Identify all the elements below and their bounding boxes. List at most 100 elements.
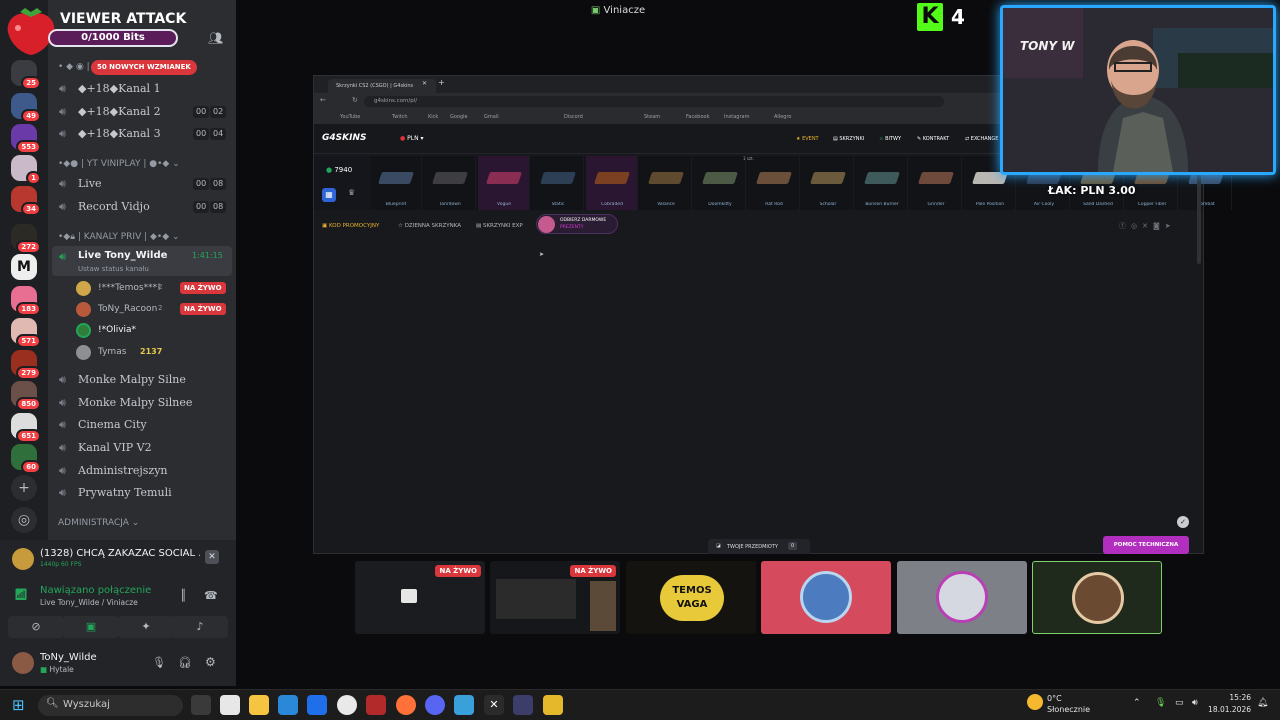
add-server-icon[interactable]: +: [11, 475, 37, 501]
new-tab-icon[interactable]: +: [438, 78, 445, 87]
soundboard-button[interactable]: ♪: [172, 616, 228, 638]
reload-icon[interactable]: ↻: [352, 96, 358, 104]
stream-preview-tile[interactable]: [1032, 561, 1162, 634]
bookmark[interactable]: Gmail: [484, 114, 499, 120]
user-name[interactable]: ToNy_Wilde: [40, 652, 97, 663]
voice-channel[interactable]: 🔊︎ ◆+18◆Kanal 1: [48, 79, 236, 99]
server-icon[interactable]: 183: [11, 286, 41, 316]
nav-battles[interactable]: ⚔ BITWY: [879, 136, 901, 142]
gear-icon[interactable]: ⚙: [205, 655, 216, 669]
camera-off-button[interactable]: ⊘: [8, 616, 64, 638]
voice-user[interactable]: ToNy_Racoon 2 NA ŻYWO: [76, 300, 236, 320]
weather-temp[interactable]: 0°C: [1047, 694, 1062, 703]
nav-contract[interactable]: ✎ KONTRAKT: [917, 136, 949, 142]
server-icon[interactable]: 571: [11, 318, 41, 348]
voice-user[interactable]: !***Temos***! 2 NA ŻYWO: [76, 279, 236, 299]
bookmark[interactable]: Twitch: [392, 114, 408, 120]
skin-card[interactable]: Scholar: [802, 156, 854, 210]
weather-desc[interactable]: Słonecznie: [1047, 705, 1090, 714]
exp-cases-link[interactable]: ▤ SKRZYNKI EXP: [476, 223, 523, 229]
mail-icon[interactable]: [307, 695, 327, 715]
voice-user[interactable]: Tymas 2137: [76, 343, 236, 363]
server-icon[interactable]: 49: [11, 93, 41, 123]
live-channel[interactable]: 🔊︎ Live Tony_Wilde 1:41:15 Ustaw status …: [52, 246, 232, 276]
skin-card[interactable]: Bunsen Burner: [856, 156, 908, 210]
skin-card[interactable]: Valance: [640, 156, 692, 210]
skin-card[interactable]: Rat Rod: [748, 156, 800, 210]
category-admin[interactable]: ADMINISTRACJA ⌄: [58, 518, 139, 528]
stream-preview-tile[interactable]: NA ŻYWO: [355, 561, 485, 634]
voice-status[interactable]: Nawiązano połączenie: [40, 585, 151, 596]
stream-preview-tile[interactable]: [761, 561, 891, 634]
discord-icon[interactable]: [425, 695, 445, 715]
voice-channel[interactable]: 🔊︎ Kanal VIP V2: [48, 438, 236, 458]
voice-channel[interactable]: 🔊︎ Administrejszyn: [48, 461, 236, 481]
skin-card[interactable]: Cobraded: [586, 156, 638, 210]
trophy-icon[interactable]: ♛: [348, 188, 355, 197]
microphone-icon[interactable]: 🎙︎: [1155, 698, 1166, 708]
free-gifts-button[interactable]: ODBIERZ DARMOWE PREZENTY: [536, 214, 618, 234]
soundboard-icon[interactable]: ║: [180, 589, 187, 602]
nav-cases[interactable]: ▤ SKRZYNKI: [833, 136, 864, 142]
daily-case-link[interactable]: ☆ DZIENNA SKRZYNKA: [398, 223, 461, 229]
skin-card[interactable]: Tanrdown: [424, 156, 476, 210]
bookmark[interactable]: YouTube: [340, 114, 360, 120]
headphones-icon[interactable]: 🎧︎: [178, 656, 192, 669]
bookmark[interactable]: Steam: [644, 114, 660, 120]
server-icon[interactable]: 850: [11, 381, 41, 411]
voice-user[interactable]: !*Olivia*: [76, 321, 236, 341]
explore-servers-icon[interactable]: ◎: [11, 507, 37, 533]
server-icon[interactable]: 34: [11, 186, 41, 216]
task-view-icon[interactable]: [191, 695, 211, 715]
app-icon[interactable]: [220, 695, 240, 715]
notifications-icon[interactable]: 🔔︎: [1257, 698, 1268, 708]
bookmark[interactable]: Allegro: [774, 114, 791, 120]
nav-exchange[interactable]: ⇄ EXCHANGE: [965, 136, 998, 142]
skin-card[interactable]: Doomkitty: [694, 156, 746, 210]
bookmark[interactable]: Google: [450, 114, 468, 120]
skin-card[interactable]: Grinder: [910, 156, 962, 210]
stream-preview-tile[interactable]: [897, 561, 1027, 634]
app-icon[interactable]: [543, 695, 563, 715]
voice-channel[interactable]: 🔊︎ Cinema City: [48, 415, 236, 435]
server-icon[interactable]: 60: [11, 444, 41, 474]
social-icons[interactable]: ⓕ◎✕◙➤: [1119, 221, 1176, 231]
clock-time[interactable]: 15:26: [1213, 693, 1251, 702]
voice-channel[interactable]: 🔊︎ Live 00 08: [48, 174, 236, 194]
voice-channel[interactable]: 🔊︎ Monke Malpy Silnee: [48, 393, 236, 413]
avatar[interactable]: [12, 652, 34, 674]
currency-select[interactable]: ● PLN ▾: [400, 135, 424, 142]
server-icon[interactable]: 651: [11, 413, 41, 443]
back-icon[interactable]: ←: [320, 96, 326, 104]
disconnect-icon[interactable]: ☎︎: [204, 589, 218, 602]
voice-channel[interactable]: 🔊︎ ◆+18◆Kanal 2 00 02: [48, 102, 236, 122]
voice-channel[interactable]: 🔊︎ Monke Malpy Silne: [48, 370, 236, 390]
terminal-icon[interactable]: ✕: [484, 695, 504, 715]
category-priv[interactable]: •◆🔒︎ | KANALY PRIV | ◆•◆ ⌄: [58, 232, 180, 242]
server-icon[interactable]: M: [11, 254, 37, 280]
url-input[interactable]: g4skins.com/pl/: [364, 96, 944, 107]
file-explorer-icon[interactable]: [249, 695, 269, 715]
nav-event[interactable]: ★ EVENT: [796, 136, 819, 142]
volume-icon[interactable]: 🔊︎: [1192, 698, 1198, 708]
voice-channel[interactable]: 🔊︎ Record Vidjo 00 08: [48, 197, 236, 217]
chrome-icon[interactable]: [337, 695, 357, 715]
screen-share-button[interactable]: ▣: [63, 616, 119, 638]
skin-card[interactable]: Vogue: [478, 156, 530, 210]
close-icon[interactable]: ✕: [205, 550, 219, 564]
voice-channel[interactable]: 🔊︎ Prywatny Temuli: [48, 483, 236, 503]
windows-start-icon[interactable]: ⊞: [12, 696, 25, 714]
stream-preview-tile[interactable]: NA ŻYWO: [490, 561, 620, 634]
scroll-top-icon[interactable]: ✓: [1177, 516, 1189, 528]
category-yt[interactable]: •◆● | YT VINIPLAY | ●•◆ ⌄: [58, 159, 180, 169]
tab-active[interactable]: Skrzynki CS2 (CSGO) | G4skins: [328, 79, 436, 93]
server-icon[interactable]: 272: [11, 224, 41, 254]
server-icon[interactable]: 1: [11, 155, 41, 185]
app-icon[interactable]: [366, 695, 386, 715]
grid-view-icon[interactable]: ▦: [322, 188, 336, 202]
now-playing-title[interactable]: (1328) CHCĄ ZAKAZAĆ SOCIAL ...: [40, 548, 200, 559]
close-tab-icon[interactable]: ✕: [422, 80, 427, 87]
bookmark[interactable]: Instagram: [724, 114, 749, 120]
mentions-banner[interactable]: 50 NOWYCH WZMIANEK: [91, 60, 197, 75]
microphone-icon[interactable]: 🎙︎: [152, 656, 166, 669]
